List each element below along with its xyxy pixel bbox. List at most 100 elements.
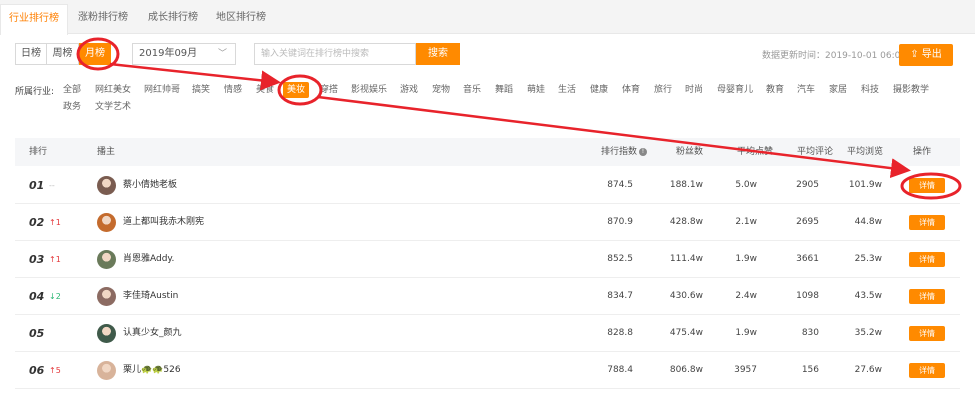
industry-item-travel[interactable]: 旅行: [654, 82, 672, 98]
header-index[interactable]: 排行指数!: [575, 138, 647, 166]
detail-button[interactable]: 详情: [909, 326, 945, 341]
host-name[interactable]: 肖恩雅Addy.: [123, 241, 174, 278]
avatar[interactable]: [97, 213, 116, 232]
avg-likes: 1.9w: [735, 254, 757, 264]
industry-item-games[interactable]: 游戏: [400, 82, 418, 98]
rank-index: 874.5: [607, 180, 633, 190]
export-button[interactable]: ⇪ 导出: [899, 44, 953, 66]
avg-likes: 2.1w: [735, 217, 757, 227]
month-select[interactable]: 2019年09月 ﹀: [132, 43, 236, 65]
fans-count: 111.4w: [669, 254, 703, 264]
avatar[interactable]: [97, 361, 116, 380]
avg-views: 44.8w: [854, 217, 882, 227]
avatar[interactable]: [97, 324, 116, 343]
tab-region-ranking[interactable]: 地区排行榜: [208, 4, 274, 34]
rank-index: 788.4: [607, 365, 633, 375]
industry-item-literature-art[interactable]: 文学艺术: [95, 99, 131, 115]
avg-views: 35.2w: [854, 328, 882, 338]
rank-index: 870.9: [607, 217, 633, 227]
rank-number: 02: [29, 216, 45, 229]
rank-number: 04: [29, 290, 45, 303]
rank-trend: --: [49, 181, 55, 190]
table-header: 排行 播主 排行指数! 粉丝数 平均点赞 平均评论 平均浏览 操作: [15, 138, 960, 166]
industry-item-emotion[interactable]: 情感: [224, 82, 242, 98]
detail-button[interactable]: 详情: [909, 289, 945, 304]
avg-views: 101.9w: [848, 180, 882, 190]
industry-item-tech[interactable]: 科技: [861, 82, 879, 98]
header-fans[interactable]: 粉丝数: [645, 138, 703, 166]
rank-number: 01: [29, 179, 45, 192]
period-monthly-button[interactable]: 月榜: [79, 43, 111, 65]
avg-likes: 1.9w: [735, 328, 757, 338]
host-name[interactable]: 道上都叫我赤木刚宪: [123, 204, 204, 241]
industry-item-life[interactable]: 生活: [558, 82, 576, 98]
search-input[interactable]: [254, 43, 416, 65]
table-row: 03 ↑1 肖恩雅Addy. 852.5 111.4w 1.9w 3661 25.3w 详情: [15, 241, 960, 278]
avg-views: 43.5w: [854, 291, 882, 301]
rank-trend: ↑1: [49, 218, 61, 227]
header-host: 播主: [97, 147, 116, 157]
industry-item-beauty-girls[interactable]: 网红美女: [95, 82, 131, 98]
export-icon: ⇪: [910, 49, 919, 60]
search-button[interactable]: 搜索: [416, 43, 460, 65]
avg-comments: 830: [801, 328, 819, 338]
avg-views: 25.3w: [854, 254, 882, 264]
industry-item-photography[interactable]: 摄影教学: [893, 82, 929, 98]
annotation-arrow-1: [109, 62, 281, 91]
table-row: 02 ↑1 道上都叫我赤木刚宪 870.9 428.8w 2.1w 2695 44.8w 详情: [15, 204, 960, 241]
industry-item-music[interactable]: 音乐: [463, 82, 481, 98]
rank-index: 852.5: [607, 254, 633, 264]
avg-comments: 2905: [796, 180, 819, 190]
industry-item-cars[interactable]: 汽车: [797, 82, 815, 98]
industry-item-dance[interactable]: 舞蹈: [495, 82, 513, 98]
avatar[interactable]: [97, 176, 116, 195]
rank-number: 05: [29, 327, 45, 340]
host-name[interactable]: 蔡小倩她老板: [123, 167, 177, 204]
detail-button[interactable]: 详情: [909, 178, 945, 193]
rank-trend: ↑5: [49, 366, 61, 375]
industry-item-handsome-guys[interactable]: 网红帅哥: [144, 82, 180, 98]
rank-number: 03: [29, 253, 45, 266]
header-avg-likes[interactable]: 平均点赞: [705, 138, 773, 166]
industry-item-sports[interactable]: 体育: [622, 82, 640, 98]
header-avg-comments[interactable]: 平均评论: [765, 138, 833, 166]
industry-item-government[interactable]: 政务: [63, 99, 81, 115]
host-name[interactable]: 认真少女_颜九: [123, 315, 182, 352]
industry-item-makeup[interactable]: 美妆: [283, 82, 310, 98]
fans-count: 806.8w: [669, 365, 703, 375]
host-name[interactable]: 栗儿🐢🐢526: [123, 352, 181, 389]
avatar[interactable]: [97, 250, 116, 269]
industry-item-comedy[interactable]: 搞笑: [192, 82, 210, 98]
detail-button[interactable]: 详情: [909, 252, 945, 267]
tab-fans-growth-ranking[interactable]: 涨粉排行榜: [68, 4, 138, 34]
industry-item-outfit[interactable]: 穿搭: [320, 82, 338, 98]
tab-growth-ranking[interactable]: 成长排行榜: [138, 4, 208, 34]
period-weekly-button[interactable]: 周榜: [46, 43, 79, 65]
industry-item-parenting[interactable]: 母婴育儿: [717, 82, 753, 98]
tab-industry-ranking[interactable]: 行业排行榜: [0, 4, 68, 35]
header-avg-views[interactable]: 平均浏览: [825, 138, 883, 166]
industry-item-food[interactable]: 美食: [256, 82, 274, 98]
month-select-value: 2019年09月: [139, 48, 198, 59]
industry-item-health[interactable]: 健康: [590, 82, 608, 98]
period-daily-button[interactable]: 日榜: [15, 43, 47, 65]
chevron-down-icon: ﹀: [217, 49, 227, 59]
industry-item-education[interactable]: 教育: [766, 82, 784, 98]
header-rank: 排行: [29, 147, 48, 157]
industry-item-fashion[interactable]: 时尚: [685, 82, 703, 98]
detail-button[interactable]: 详情: [909, 363, 945, 378]
avg-comments: 3661: [796, 254, 819, 264]
industry-item-kids[interactable]: 萌娃: [527, 82, 545, 98]
industry-item-pets[interactable]: 宠物: [432, 82, 450, 98]
industry-item-home[interactable]: 家居: [829, 82, 847, 98]
host-name[interactable]: 李佳琦Austin: [123, 278, 178, 315]
avatar[interactable]: [97, 287, 116, 306]
table-row: 04 ↓2 李佳琦Austin 834.7 430.6w 2.4w 1098 43.5w 详情: [15, 278, 960, 315]
avg-likes: 3957: [734, 365, 757, 375]
avg-comments: 156: [801, 365, 819, 375]
header-action: 操作: [913, 147, 932, 157]
industry-item-entertainment[interactable]: 影视娱乐: [351, 82, 387, 98]
detail-button[interactable]: 详情: [909, 215, 945, 230]
ranking-tabs: 行业排行榜 涨粉排行榜 成长排行榜 地区排行榜: [0, 0, 975, 35]
industry-item-all[interactable]: 全部: [63, 82, 81, 98]
